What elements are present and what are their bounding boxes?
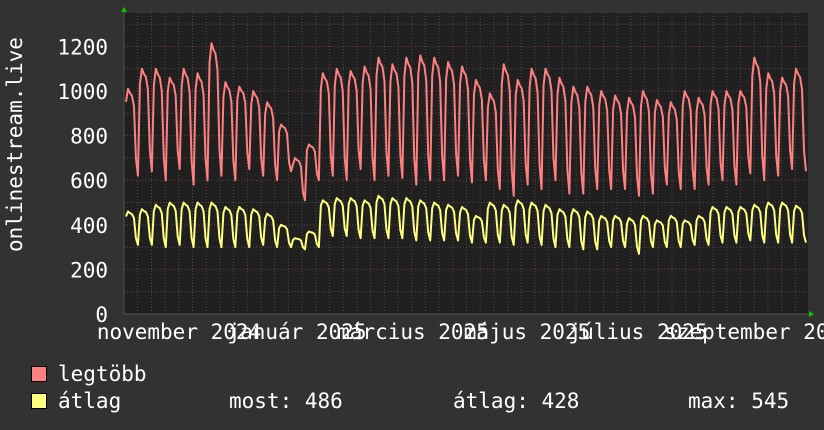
legend-swatch-avg xyxy=(31,393,47,409)
y-tick-label: 1000 xyxy=(57,80,108,104)
legend-maximum: max: 545 xyxy=(688,389,790,413)
y-tick-label: 200 xyxy=(70,258,108,282)
legend-label-avg: átlag xyxy=(58,389,122,413)
y-axis-arrow-icon xyxy=(121,7,127,12)
legend-label-max: legtöbb xyxy=(58,362,147,386)
y-tick-label: 800 xyxy=(70,125,108,149)
legend-current: most: 486 xyxy=(229,389,343,413)
legend-swatch-max xyxy=(31,366,47,382)
y-tick-label: 400 xyxy=(70,214,108,238)
y-tick-label: 1200 xyxy=(57,35,108,59)
x-tick-label: szeptember 2025 xyxy=(664,320,824,344)
y-tick-label: 600 xyxy=(70,169,108,193)
x-axis-arrow-icon xyxy=(809,311,814,317)
y-axis-title: onlinestream.live xyxy=(3,37,27,252)
legend-average: átlag: 428 xyxy=(453,389,580,413)
